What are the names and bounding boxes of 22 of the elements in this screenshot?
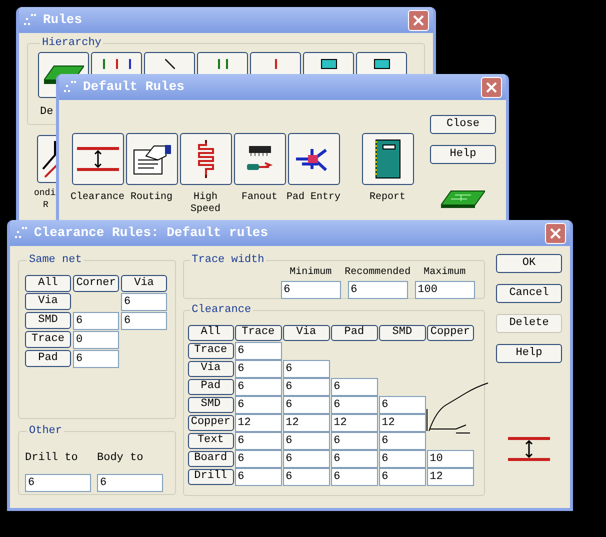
window-title: Rules [43,11,82,30]
rule-type-label: High Speed [189,192,222,216]
rule-type-label: Routing [129,192,174,204]
rule-level-label: De [40,104,54,120]
field-label: Drill to [25,450,79,466]
rule-type-label: Fanout [240,192,278,204]
field-label: Maximum [424,266,466,280]
group-label: Trace width [190,253,266,268]
rule-level-label: R [43,199,48,211]
field-label: Body to [97,450,144,466]
rule-type-label: Clearance [69,192,126,204]
field-label: Minimum [290,266,332,280]
group-label: Clearance [190,303,252,318]
rule-type-label: Report [368,192,406,204]
window-title: Default Rules [83,78,184,96]
rule-type-label: Pad Entry [285,192,342,204]
group-label: Other [28,424,64,439]
rule-level-label: ondi [34,187,56,199]
window-title: Clearance Rules: Default rules [34,224,268,242]
group-label: Same net [28,253,83,268]
field-label: Recommended [344,266,411,280]
group-label: Hierarchy [41,36,102,51]
